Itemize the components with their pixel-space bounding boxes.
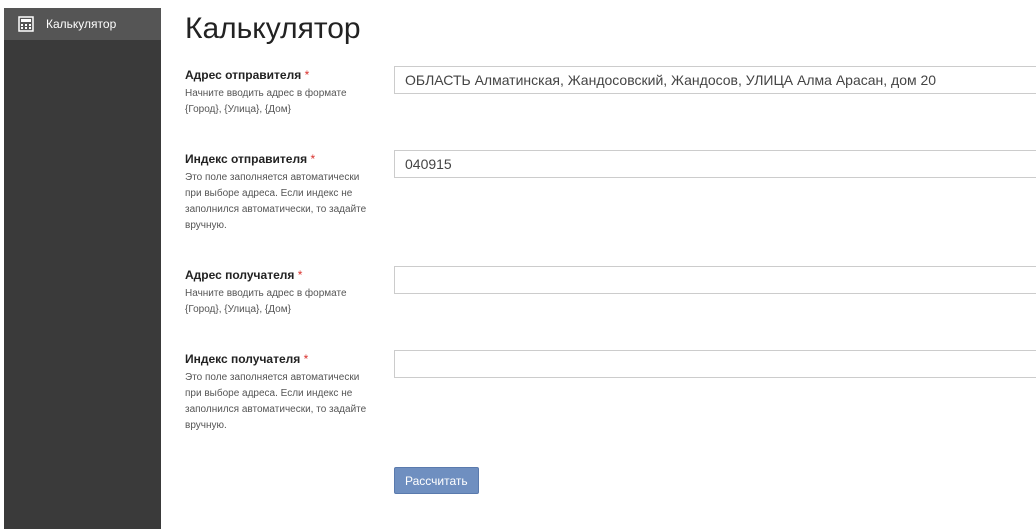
required-mark: * bbox=[304, 68, 310, 82]
page-title: Калькулятор bbox=[185, 12, 361, 45]
recipient-index-label: Индекс получателя bbox=[185, 352, 301, 366]
sidebar-item-label: Калькулятор bbox=[46, 17, 117, 31]
sender-address-input[interactable] bbox=[394, 66, 1036, 94]
sender-index-field: Индекс отправителя * Это поле заполняетс… bbox=[185, 150, 1036, 234]
required-mark: * bbox=[310, 152, 316, 166]
recipient-index-help: Это поле заполняется автоматически при в… bbox=[185, 372, 367, 431]
required-mark: * bbox=[303, 352, 309, 366]
sidebar: Калькулятор bbox=[4, 8, 161, 529]
recipient-index-field: Индекс получателя * Это поле заполняется… bbox=[185, 350, 1036, 434]
sidebar-item-calculator[interactable]: Калькулятор bbox=[4, 8, 161, 40]
recipient-index-input[interactable] bbox=[394, 350, 1036, 378]
sender-index-input[interactable] bbox=[394, 150, 1036, 178]
calculate-button[interactable]: Рассчитать bbox=[394, 467, 479, 494]
required-mark: * bbox=[297, 268, 303, 282]
calculator-icon bbox=[18, 16, 34, 32]
sender-address-field: Адрес отправителя * Начните вводить адре… bbox=[185, 66, 1036, 118]
recipient-address-help: Начните вводить адрес в формате {Город},… bbox=[185, 288, 347, 315]
sender-index-help: Это поле заполняется автоматически при в… bbox=[185, 172, 367, 231]
main-content: Калькулятор Адрес отправителя * Начните … bbox=[185, 0, 1036, 529]
recipient-address-input[interactable] bbox=[394, 266, 1036, 294]
sender-address-label: Адрес отправителя bbox=[185, 68, 302, 82]
sender-index-label: Индекс отправителя bbox=[185, 152, 308, 166]
recipient-address-field: Адрес получателя * Начните вводить адрес… bbox=[185, 266, 1036, 318]
sender-address-help: Начните вводить адрес в формате {Город},… bbox=[185, 88, 347, 115]
recipient-address-label: Адрес получателя bbox=[185, 268, 295, 282]
